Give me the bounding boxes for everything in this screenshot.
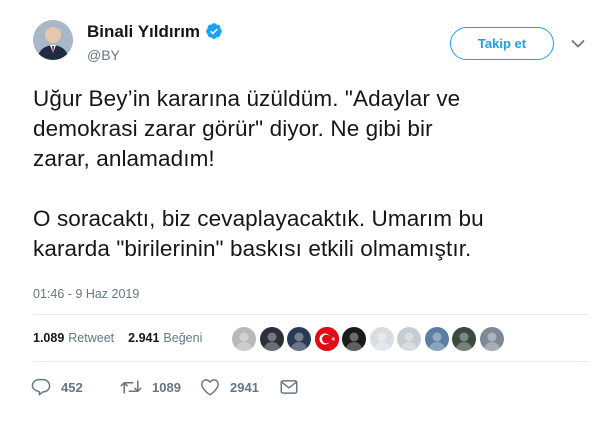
tweet-text: Uğur Bey’in kararına üzüldüm. "Adaylar v…: [33, 86, 484, 261]
profile-photo-icon: [33, 20, 73, 60]
retweet-icon: [120, 380, 142, 394]
like-count: 2.941: [128, 331, 160, 345]
divider: [33, 314, 589, 315]
heart-icon: [201, 379, 219, 396]
reply-count: 452: [61, 379, 83, 395]
avatar-1[interactable]: [232, 327, 256, 351]
engagement-stats: 1.089 Retweet 2.941 Beğeni: [33, 331, 202, 345]
tweet-timestamp[interactable]: 01:46 - 9 Haz 2019: [33, 287, 139, 301]
avatar-10[interactable]: [479, 327, 504, 351]
divider: [33, 361, 589, 362]
retweet-button[interactable]: 1089: [120, 379, 200, 395]
envelope-icon: [280, 380, 298, 394]
retweet-action-count: 1089: [152, 379, 181, 395]
like-stat[interactable]: 2.941 Beğeni: [128, 331, 202, 345]
tweet-actions: 452 1089 2941: [31, 378, 308, 396]
retweet-label: Retweet: [68, 331, 115, 345]
avatar-7[interactable]: [397, 327, 421, 351]
direct-message-button[interactable]: [280, 379, 308, 395]
like-label: Beğeni: [163, 331, 203, 345]
avatar-8[interactable]: [424, 327, 449, 351]
chevron-down-icon[interactable]: [571, 36, 585, 54]
turkish-flag-avatar[interactable]: [314, 327, 339, 351]
follow-button[interactable]: Takip et: [450, 27, 554, 60]
display-name[interactable]: Binali Yıldırım: [87, 22, 223, 45]
verified-badge-icon: [205, 22, 223, 45]
avatar[interactable]: [33, 20, 73, 60]
like-button[interactable]: 2941: [200, 378, 280, 396]
like-action-count: 2941: [230, 379, 259, 395]
display-name-text[interactable]: Binali Yıldırım: [87, 22, 200, 41]
likers-avatars: [232, 327, 507, 351]
avatar-9[interactable]: [452, 327, 476, 351]
reply-icon: [31, 378, 51, 396]
user-handle[interactable]: @BY: [87, 47, 120, 63]
reply-button[interactable]: 452: [31, 378, 120, 396]
avatar-5[interactable]: [342, 327, 366, 351]
retweet-stat[interactable]: 1.089 Retweet: [33, 331, 114, 345]
avatar-2[interactable]: [259, 327, 284, 351]
retweet-count: 1.089: [33, 331, 65, 345]
avatar-6[interactable]: [369, 327, 394, 351]
avatar-3[interactable]: [287, 327, 311, 351]
